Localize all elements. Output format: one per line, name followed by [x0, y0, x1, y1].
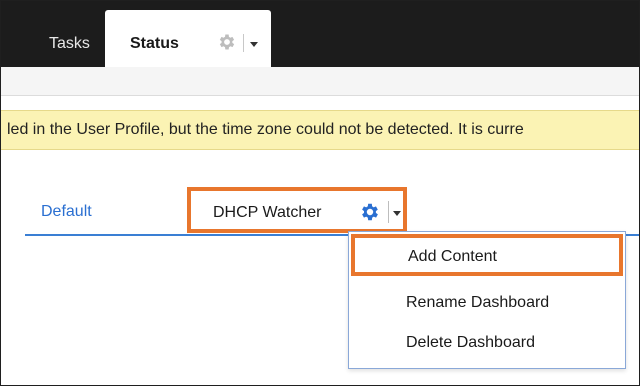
- chevron-down-icon[interactable]: [250, 42, 258, 47]
- menu-item-label: Add Content: [408, 248, 497, 265]
- dashboard-tab-label: DHCP Watcher: [213, 204, 322, 221]
- dashboard-options-menu: Add Content Rename Dashboard Delete Dash…: [348, 231, 626, 369]
- top-tab-bar: Tasks Status: [1, 1, 639, 67]
- menu-item-add-content[interactable]: Add Content: [351, 234, 623, 276]
- gear-icon[interactable]: [217, 32, 237, 52]
- tab-status-label: Status: [130, 35, 179, 52]
- menu-item-label: Delete Dashboard: [406, 334, 535, 351]
- toolbar-strip: [1, 67, 639, 96]
- gear-icon[interactable]: [359, 201, 381, 223]
- dashboard-tab-dhcp-watcher[interactable]: DHCP Watcher: [187, 187, 407, 233]
- menu-item-rename-dashboard[interactable]: Rename Dashboard: [349, 282, 625, 322]
- timezone-warning-banner: led in the User Profile, but the time zo…: [1, 110, 639, 150]
- tab-divider: [243, 34, 244, 52]
- tab-divider: [388, 201, 389, 223]
- banner-text: led in the User Profile, but the time zo…: [7, 121, 524, 138]
- tab-status[interactable]: Status: [105, 10, 271, 67]
- menu-item-delete-dashboard[interactable]: Delete Dashboard: [349, 322, 625, 362]
- tab-tasks[interactable]: Tasks: [49, 35, 90, 53]
- chevron-down-icon[interactable]: [393, 211, 401, 216]
- dashboard-tab-default[interactable]: Default: [41, 203, 92, 221]
- menu-item-label: Rename Dashboard: [406, 294, 550, 311]
- app-frame: Tasks Status led in the User Profile, bu…: [0, 0, 640, 386]
